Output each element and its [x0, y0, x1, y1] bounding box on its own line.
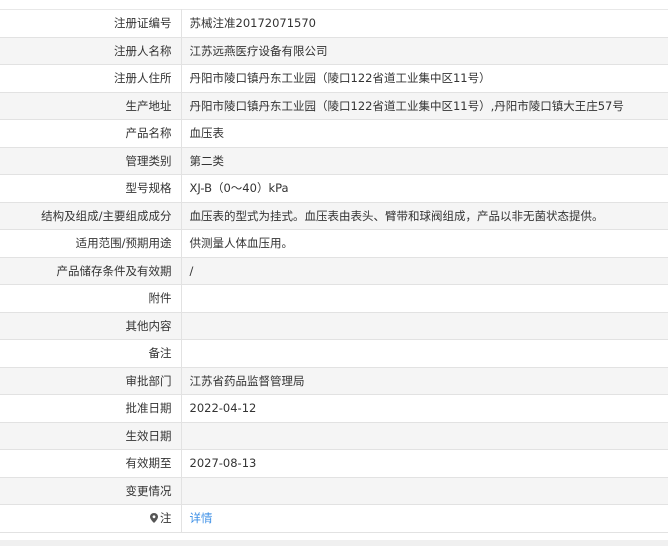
- table-row: 备注: [0, 339, 668, 368]
- value-note: 详情: [181, 504, 668, 533]
- value-effective-date: [181, 421, 668, 450]
- table-row: 变更情况: [0, 476, 668, 505]
- value-approval-date: 2022-04-12: [181, 394, 668, 423]
- table-row: 注 详情: [0, 504, 668, 533]
- value-approval-department: 江苏省药品监督管理局: [181, 366, 668, 395]
- label-management-category: 管理类别: [0, 146, 182, 175]
- value-product-name: 血压表: [181, 119, 668, 148]
- table-row: 注册人名称 江苏远燕医疗设备有限公司: [0, 36, 668, 65]
- table-row: 产品名称 血压表: [0, 119, 668, 148]
- note-label: 注: [150, 510, 172, 526]
- table-row: 注册人住所 丹阳市陵口镇丹东工业园（陵口122省道工业集中区11号）: [0, 64, 668, 93]
- label-intended-use: 适用范围/预期用途: [0, 229, 182, 258]
- label-approval-date: 批准日期: [0, 394, 182, 423]
- map-pin-icon: [150, 513, 158, 524]
- label-product-name: 产品名称: [0, 119, 182, 148]
- table-row: 生效日期: [0, 421, 668, 450]
- label-model-spec: 型号规格: [0, 174, 182, 203]
- label-registrant-address: 注册人住所: [0, 64, 182, 93]
- table-row: 附件: [0, 284, 668, 313]
- table-row: 管理类别 第二类: [0, 146, 668, 175]
- label-effective-date: 生效日期: [0, 421, 182, 450]
- label-approval-department: 审批部门: [0, 366, 182, 395]
- label-production-address: 生产地址: [0, 91, 182, 120]
- label-storage-validity: 产品储存条件及有效期: [0, 256, 182, 285]
- value-model-spec: XJ-B（0～40）kPa: [181, 174, 668, 203]
- label-note: 注: [0, 504, 182, 533]
- label-attachments: 附件: [0, 284, 182, 313]
- label-valid-until: 有效期至: [0, 449, 182, 478]
- label-registration-number: 注册证编号: [0, 9, 182, 38]
- value-change-status: [181, 476, 668, 505]
- value-other-content: [181, 311, 668, 340]
- label-structure-composition: 结构及组成/主要组成成分: [0, 201, 182, 230]
- value-storage-validity: /: [181, 256, 668, 285]
- value-production-address: 丹阳市陵口镇丹东工业园（陵口122省道工业集中区11号）,丹阳市陵口镇大王庄57…: [181, 91, 668, 120]
- note-label-text: 注: [160, 511, 172, 526]
- value-structure-composition: 血压表的型式为挂式。血压表由表头、臂带和球阀组成，产品以非无菌状态提供。: [181, 201, 668, 230]
- value-valid-until: 2027-08-13: [181, 449, 668, 478]
- table-row: 批准日期 2022-04-12: [0, 394, 668, 423]
- label-registrant-name: 注册人名称: [0, 36, 182, 65]
- table-row: 生产地址 丹阳市陵口镇丹东工业园（陵口122省道工业集中区11号）,丹阳市陵口镇…: [0, 91, 668, 120]
- registration-detail-table: 注册证编号 苏械注准20172071570 注册人名称 江苏远燕医疗设备有限公司…: [0, 9, 668, 533]
- table-row: 注册证编号 苏械注准20172071570: [0, 9, 668, 38]
- table-row: 审批部门 江苏省药品监督管理局: [0, 366, 668, 395]
- value-management-category: 第二类: [181, 146, 668, 175]
- table-row: 有效期至 2027-08-13: [0, 449, 668, 478]
- label-remarks: 备注: [0, 339, 182, 368]
- table-row: 其他内容: [0, 311, 668, 340]
- table-row: 结构及组成/主要组成成分 血压表的型式为挂式。血压表由表头、臂带和球阀组成，产品…: [0, 201, 668, 230]
- table-row: 型号规格 XJ-B（0～40）kPa: [0, 174, 668, 203]
- table-row: 产品储存条件及有效期 /: [0, 256, 668, 285]
- details-link[interactable]: 详情: [190, 511, 213, 525]
- label-other-content: 其他内容: [0, 311, 182, 340]
- value-registrant-name: 江苏远燕医疗设备有限公司: [181, 36, 668, 65]
- bottom-divider: [0, 540, 668, 546]
- value-remarks: [181, 339, 668, 368]
- value-attachments: [181, 284, 668, 313]
- value-intended-use: 供测量人体血压用。: [181, 229, 668, 258]
- label-change-status: 变更情况: [0, 476, 182, 505]
- value-registrant-address: 丹阳市陵口镇丹东工业园（陵口122省道工业集中区11号）: [181, 64, 668, 93]
- table-row: 适用范围/预期用途 供测量人体血压用。: [0, 229, 668, 258]
- value-registration-number: 苏械注准20172071570: [181, 9, 668, 38]
